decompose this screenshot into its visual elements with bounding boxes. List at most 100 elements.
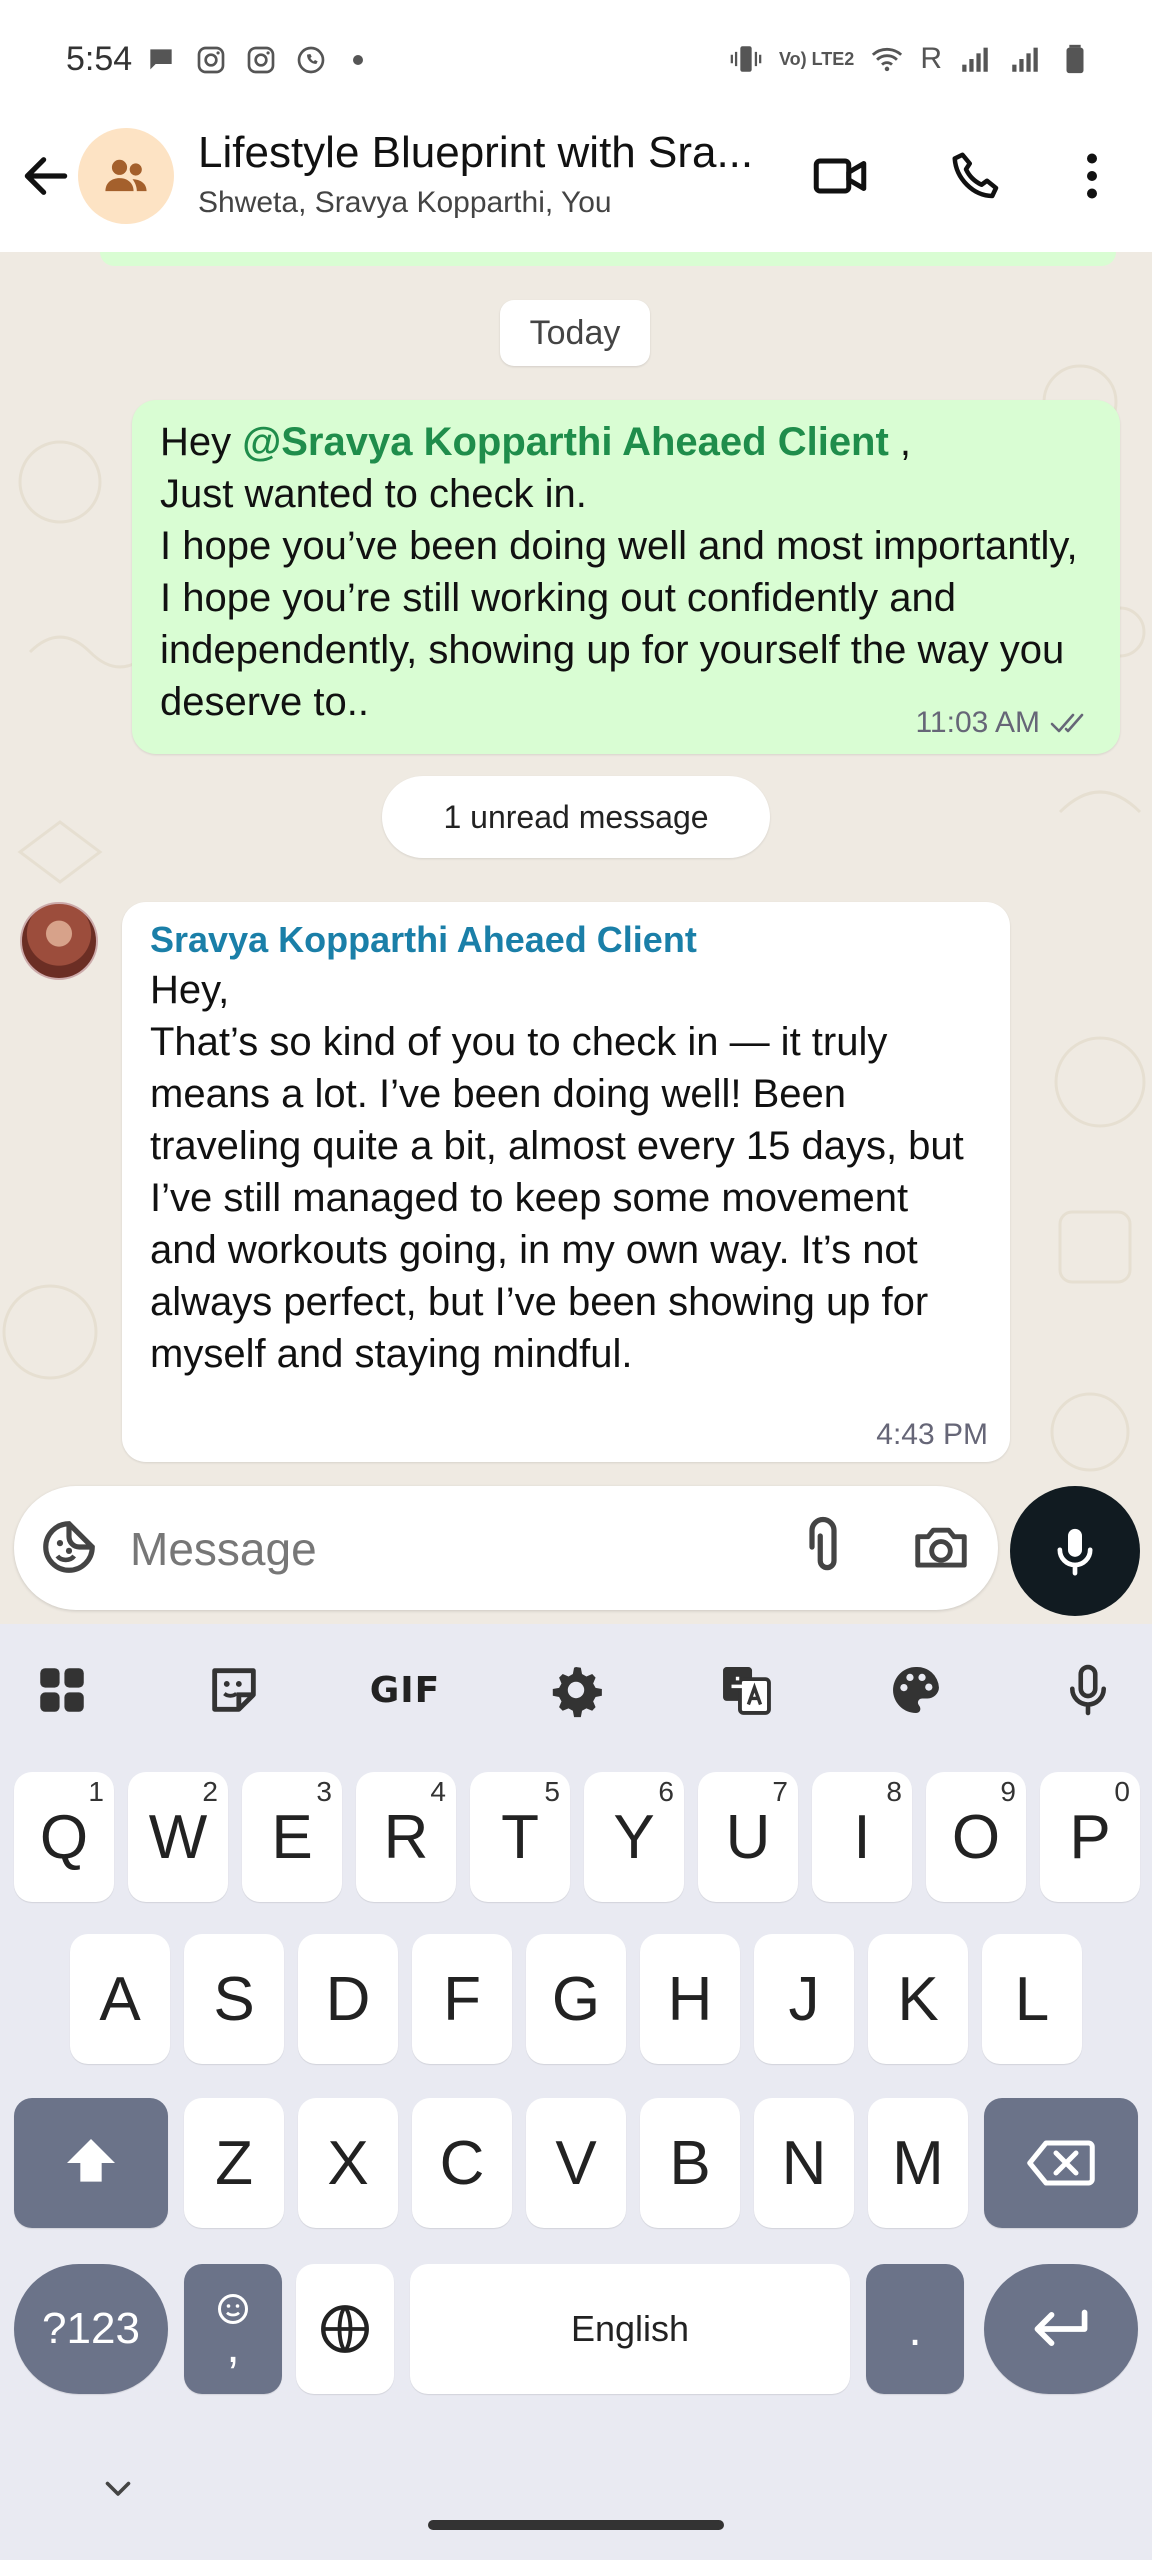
shift-key[interactable] [14, 2098, 168, 2228]
key-k-label: K [897, 1964, 939, 2034]
key-h-label: H [667, 1964, 713, 2034]
key-e[interactable]: E3 [242, 1772, 342, 1902]
key-w-hint: 2 [202, 1776, 218, 1807]
key-r-label: R [383, 1802, 429, 1872]
key-v[interactable]: V [526, 2098, 626, 2228]
keyboard-toolbar: GIF [0, 1624, 1152, 1754]
key-b[interactable]: B [640, 2098, 740, 2228]
voice-input-button[interactable] [1056, 1658, 1120, 1722]
key-p[interactable]: P0 [1040, 1772, 1140, 1902]
key-g[interactable]: G [526, 1934, 626, 2064]
key-r[interactable]: R4 [356, 1772, 456, 1902]
lte-label: Vo) LTE2 [778, 49, 855, 69]
sender-name[interactable]: Sravya Kopparthi Aheaed Client [150, 916, 982, 964]
instagram-icon [247, 46, 275, 74]
chat-participants[interactable]: Shweta, Sravya Kopparthi, You [198, 186, 612, 220]
video-call-icon [813, 158, 867, 194]
comma-emoji-key[interactable]: , [184, 2264, 282, 2394]
paperclip-icon[interactable] [790, 1514, 856, 1580]
key-t[interactable]: T5 [470, 1772, 570, 1902]
backspace-key[interactable] [984, 2098, 1138, 2228]
incoming-message-text: Hey, That’s so kind of you to check in —… [150, 968, 964, 1376]
keyboard-settings-button[interactable] [544, 1658, 608, 1722]
key-u-hint: 7 [772, 1776, 788, 1807]
key-j-label: J [788, 1964, 820, 2034]
key-o[interactable]: O9 [926, 1772, 1026, 1902]
chat-bubble-icon [150, 49, 172, 70]
key-t-hint: 5 [544, 1776, 560, 1807]
group-avatar[interactable] [78, 128, 174, 224]
key-w[interactable]: W2 [128, 1772, 228, 1902]
gif-icon: GIF [369, 1669, 441, 1711]
keyboard: GIF Q1W2E3R4T5Y6U7I8O9P0ASDFGHJKLZXCVBNM… [0, 1624, 1152, 2560]
gif-button[interactable]: GIF [370, 1658, 440, 1722]
sticker-button[interactable] [202, 1658, 266, 1722]
key-s[interactable]: S [184, 1934, 284, 2064]
incoming-message[interactable]: Sravya Kopparthi Aheaed Client Hey, That… [122, 902, 1010, 1462]
key-b-label: B [669, 2128, 711, 2198]
camera-icon[interactable] [908, 1516, 974, 1578]
key-h[interactable]: H [640, 1934, 740, 2064]
voice-message-button[interactable] [1010, 1486, 1140, 1616]
status-bar: 5:54 Vo) LTE2 R [0, 0, 1152, 120]
key-l-label: L [1014, 1964, 1050, 2034]
key-j[interactable]: J [754, 1934, 854, 2064]
key-l[interactable]: L [982, 1934, 1082, 2064]
chat-title[interactable]: Lifestyle Blueprint with Sra... [198, 128, 753, 178]
period-key[interactable]: . [866, 2264, 964, 2394]
unread-divider: 1 unread message [382, 776, 770, 858]
symbols-key-label: ?123 [42, 2304, 140, 2353]
sender-avatar[interactable] [20, 902, 98, 980]
symbols-key[interactable]: ?123 [14, 2264, 168, 2394]
outgoing-message[interactable]: Hey @Sravya Kopparthi Aheaed Client , Ju… [132, 400, 1120, 754]
apps-grid-button[interactable] [30, 1658, 94, 1722]
key-i-hint: 8 [886, 1776, 902, 1807]
instagram-icon [197, 46, 225, 74]
key-m[interactable]: M [868, 2098, 968, 2228]
key-o-hint: 9 [1000, 1776, 1016, 1807]
key-i[interactable]: I8 [812, 1772, 912, 1902]
key-a[interactable]: A [70, 1934, 170, 2064]
key-u[interactable]: U7 [698, 1772, 798, 1902]
sticker-emoji-icon[interactable] [38, 1516, 100, 1578]
translate-button[interactable] [714, 1658, 778, 1722]
enter-key[interactable] [984, 2264, 1138, 2394]
more-options-button[interactable] [1060, 144, 1124, 208]
hide-keyboard-chevron-icon[interactable] [100, 2470, 136, 2506]
outgoing-body: Just wanted to check in. I hope you’ve b… [160, 472, 1078, 724]
double-check-icon [1050, 713, 1084, 733]
key-v-label: V [555, 2128, 597, 2198]
language-key[interactable] [296, 2264, 394, 2394]
chat-area[interactable]: Today Hey @Sravya Kopparthi Aheaed Clien… [0, 252, 1152, 1622]
key-e-label: E [271, 1802, 313, 1872]
key-i-label: I [853, 1802, 871, 1872]
key-x[interactable]: X [298, 2098, 398, 2228]
video-call-button[interactable] [808, 144, 872, 208]
key-e-hint: 3 [316, 1776, 332, 1807]
message-input[interactable]: Message [130, 1522, 317, 1576]
home-indicator[interactable] [428, 2520, 724, 2530]
settings-gear-icon [552, 1667, 602, 1718]
space-key[interactable]: English [410, 2264, 850, 2394]
translate-icon [723, 1667, 771, 1715]
key-d[interactable]: D [298, 1934, 398, 2064]
status-time: 5:54 [66, 40, 133, 78]
key-k[interactable]: K [868, 1934, 968, 2064]
mention-link[interactable]: @Sravya Kopparthi Aheaed Client [242, 420, 889, 464]
key-z[interactable]: Z [184, 2098, 284, 2228]
notification-icons [145, 44, 363, 76]
key-q-hint: 1 [88, 1776, 104, 1807]
palette-icon [893, 1667, 939, 1713]
key-f[interactable]: F [412, 1934, 512, 2064]
key-y[interactable]: Y6 [584, 1772, 684, 1902]
comma-label: , [226, 2320, 240, 2373]
key-q[interactable]: Q1 [14, 1772, 114, 1902]
key-c[interactable]: C [412, 2098, 512, 2228]
backspace-icon [1027, 2140, 1095, 2186]
message-composer[interactable]: Message [14, 1486, 998, 1610]
theme-button[interactable] [884, 1658, 948, 1722]
key-r-hint: 4 [430, 1776, 446, 1807]
key-n[interactable]: N [754, 2098, 854, 2228]
voice-call-button[interactable] [944, 144, 1008, 208]
back-arrow-icon[interactable] [18, 148, 74, 204]
